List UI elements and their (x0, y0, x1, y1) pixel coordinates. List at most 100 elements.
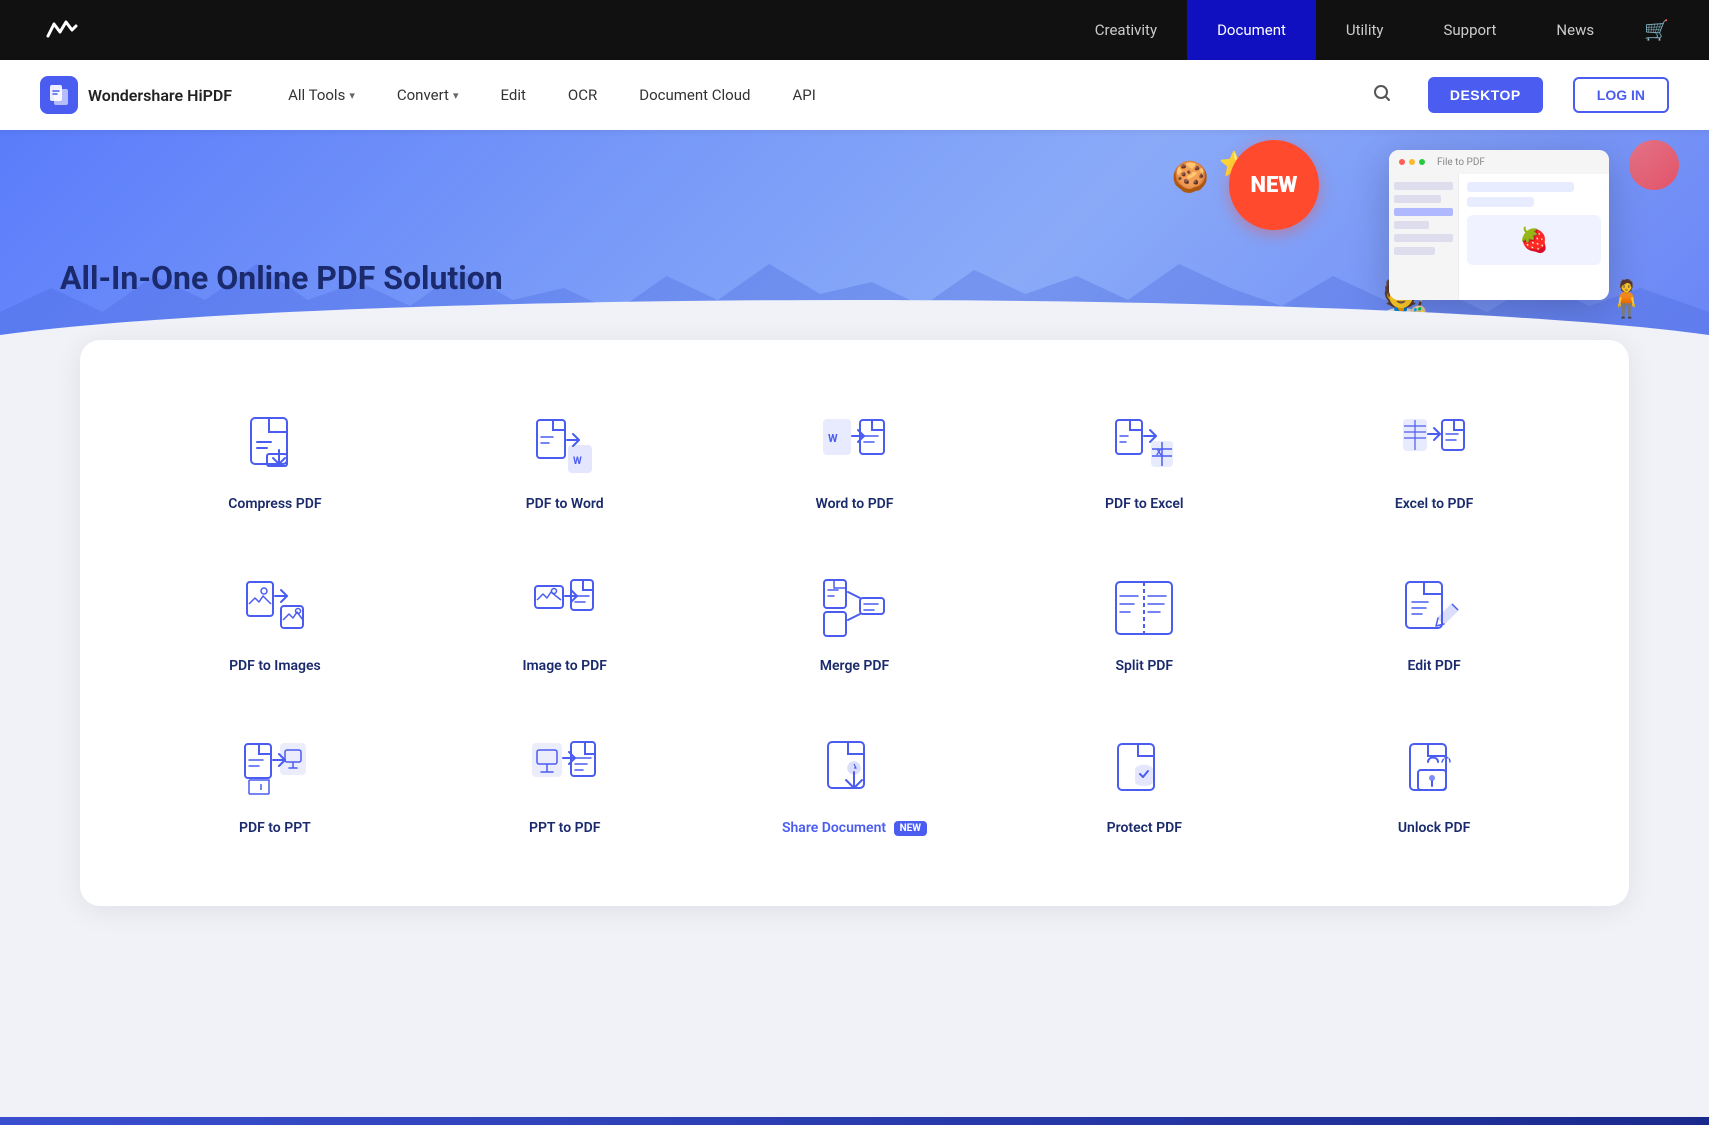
tool-edit-pdf[interactable]: Edit PDF (1299, 552, 1569, 694)
unlock-pdf-icon (1398, 734, 1470, 806)
svg-text:W: W (828, 432, 838, 445)
wondershare-logo-icon (40, 8, 84, 52)
sec-nav-edit[interactable]: Edit (494, 86, 531, 104)
search-icon (1372, 83, 1392, 103)
hipdf-icon-svg (47, 83, 71, 107)
cart-icon[interactable]: 🛒 (1624, 18, 1669, 42)
top-nav-links: Creativity Document Utility Support News (1065, 0, 1624, 60)
mockup-dot-red (1399, 159, 1405, 165)
nav-document[interactable]: Document (1187, 0, 1316, 60)
pdf-to-ppt-icon (239, 734, 311, 806)
search-button[interactable] (1366, 77, 1398, 114)
mockup-sidebar-item (1394, 195, 1441, 203)
compress-pdf-icon (239, 410, 311, 482)
sec-nav-ocr[interactable]: OCR (562, 86, 603, 104)
all-tools-chevron: ▾ (349, 89, 355, 102)
protect-pdf-label: Protect PDF (1107, 820, 1182, 836)
bottom-decorative-bar (0, 1117, 1709, 1125)
strawberry-emoji: 🍓 (1519, 226, 1549, 254)
tool-word-to-pdf[interactable]: W Word to PDF (720, 390, 990, 532)
nav-support[interactable]: Support (1413, 0, 1526, 60)
mockup-sidebar-item (1394, 234, 1453, 242)
merge-pdf-label: Merge PDF (820, 658, 889, 674)
mockup-dot-green (1419, 159, 1425, 165)
tool-image-to-pdf[interactable]: Image to PDF (430, 552, 700, 694)
pdf-to-word-icon: W (529, 410, 601, 482)
share-document-new-tag: NEW (894, 821, 927, 836)
mockup-sidebar-item-active (1394, 208, 1453, 216)
nav-news[interactable]: News (1526, 0, 1624, 60)
pdf-to-images-icon (239, 572, 311, 644)
mockup-title-text: File to PDF (1437, 157, 1485, 168)
tool-pdf-to-images[interactable]: PDF to Images (140, 552, 410, 694)
hipdf-logo-icon (40, 76, 78, 114)
mockup-sidebar-item (1394, 182, 1453, 190)
compress-pdf-label: Compress PDF (228, 496, 321, 512)
login-button[interactable]: LOG IN (1573, 77, 1669, 113)
tool-pdf-to-word[interactable]: W PDF to Word (430, 390, 700, 532)
share-document-label: Share Document NEW (782, 820, 927, 836)
split-pdf-label: Split PDF (1115, 658, 1173, 674)
protect-pdf-icon (1108, 734, 1180, 806)
mockup-dot-yellow (1409, 159, 1415, 165)
tool-split-pdf[interactable]: Split PDF (1009, 552, 1279, 694)
excel-to-pdf-icon (1398, 410, 1470, 482)
pdf-to-word-label: PDF to Word (526, 496, 604, 512)
hero-character-right: 🧍 (1604, 278, 1649, 320)
sec-nav-all-tools[interactable]: All Tools ▾ (282, 86, 361, 104)
mockup-row-short (1467, 197, 1534, 207)
hero-banner: 🧑‍🎨 🧍 🍪 ⭐ NEW File to PDF (0, 130, 1709, 360)
mockup-body: 🍓 (1389, 174, 1609, 300)
hero-content: All-In-One Online PDF Solution (0, 218, 563, 360)
hero-decor-ball (1629, 140, 1679, 190)
tool-unlock-pdf[interactable]: Unlock PDF (1299, 714, 1569, 856)
top-nav-logo (40, 8, 84, 52)
convert-chevron: ▾ (453, 89, 459, 102)
pdf-to-images-label: PDF to Images (229, 658, 321, 674)
tools-grid: Compress PDF W PDF to Word (140, 380, 1569, 866)
pdf-to-excel-icon: X (1108, 410, 1180, 482)
tool-share-document[interactable]: Share Document NEW (720, 714, 990, 856)
tool-ppt-to-pdf[interactable]: PPT to PDF (430, 714, 700, 856)
mockup-row (1467, 182, 1574, 192)
ppt-to-pdf-label: PPT to PDF (529, 820, 600, 836)
image-to-pdf-label: Image to PDF (522, 658, 606, 674)
pdf-to-ppt-label: PDF to PPT (239, 820, 311, 836)
excel-to-pdf-label: Excel to PDF (1395, 496, 1474, 512)
mockup-strawberry: 🍓 (1467, 215, 1601, 265)
main-content: Compress PDF W PDF to Word (0, 340, 1709, 966)
sec-nav: Wondershare HiPDF All Tools ▾ Convert ▾ … (0, 60, 1709, 130)
image-to-pdf-icon (529, 572, 601, 644)
nav-utility[interactable]: Utility (1316, 0, 1414, 60)
hero-decor-cookie: 🍪 (1172, 160, 1209, 195)
svg-text:W: W (573, 456, 582, 467)
tool-pdf-to-ppt[interactable]: PDF to PPT (140, 714, 410, 856)
ppt-to-pdf-icon (529, 734, 601, 806)
sec-nav-convert[interactable]: Convert ▾ (391, 86, 465, 104)
tool-compress-pdf[interactable]: Compress PDF (140, 390, 410, 532)
word-to-pdf-icon: W (818, 410, 890, 482)
hero-app-mockup: File to PDF 🍓 (1389, 150, 1609, 300)
tool-excel-to-pdf[interactable]: Excel to PDF (1299, 390, 1569, 532)
sec-nav-document-cloud[interactable]: Document Cloud (633, 86, 756, 104)
svg-text:X: X (1156, 448, 1162, 458)
brand-name-text: Wondershare HiPDF (88, 86, 232, 105)
split-pdf-icon (1108, 572, 1180, 644)
tool-pdf-to-excel[interactable]: X PDF to Excel (1009, 390, 1279, 532)
hero-title: All-In-One Online PDF Solution (60, 258, 503, 300)
edit-pdf-label: Edit PDF (1407, 658, 1460, 674)
sec-nav-api[interactable]: API (786, 86, 821, 104)
mockup-sidebar-item (1394, 221, 1429, 229)
share-document-icon (818, 734, 890, 806)
merge-pdf-icon (818, 572, 890, 644)
tool-protect-pdf[interactable]: Protect PDF (1009, 714, 1279, 856)
nav-creativity[interactable]: Creativity (1065, 0, 1187, 60)
pdf-to-excel-label: PDF to Excel (1105, 496, 1184, 512)
unlock-pdf-label: Unlock PDF (1398, 820, 1471, 836)
new-badge: NEW (1229, 140, 1319, 230)
top-nav: Creativity Document Utility Support News… (0, 0, 1709, 60)
brand-logo[interactable]: Wondershare HiPDF (40, 76, 232, 114)
desktop-button[interactable]: DESKTOP (1428, 77, 1543, 113)
tools-card: Compress PDF W PDF to Word (80, 340, 1629, 906)
tool-merge-pdf[interactable]: Merge PDF (720, 552, 990, 694)
